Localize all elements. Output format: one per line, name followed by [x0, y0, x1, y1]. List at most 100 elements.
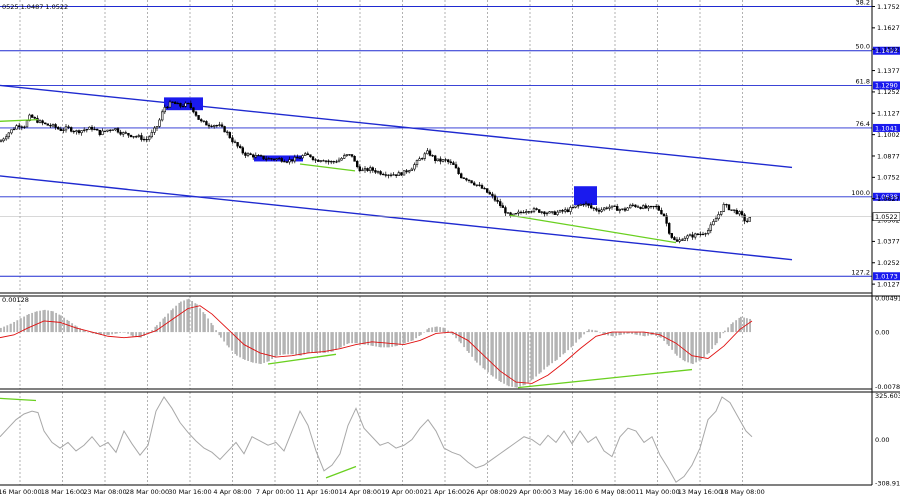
macd-bar	[290, 332, 293, 355]
panel-frames	[0, 0, 900, 486]
candle-body	[418, 158, 421, 161]
price-channel	[0, 84, 793, 261]
macd-bar	[732, 322, 734, 333]
macd-bar	[399, 332, 401, 345]
candle-body	[535, 208, 538, 210]
candle-body	[111, 129, 115, 131]
macd-bar	[186, 299, 189, 333]
macd-bar	[338, 332, 341, 349]
candle-body	[327, 160, 330, 163]
candle-body	[701, 233, 705, 236]
candle-body	[527, 211, 531, 213]
candle-body	[478, 184, 481, 186]
macd-bar	[228, 332, 230, 348]
candle-body	[179, 102, 182, 107]
candle-body	[582, 204, 585, 206]
macd-bar	[391, 332, 393, 347]
candle-body	[335, 161, 338, 163]
candle-body	[127, 132, 130, 136]
cci-panel[interactable]: 325.6039 0.00 -308.915	[0, 392, 900, 488]
trading-chart[interactable]: 38.250.01.149361.81.129076.41.1041100.01…	[0, 0, 900, 499]
macd-bar	[527, 332, 529, 383]
candle-body	[678, 239, 681, 242]
macd-bar	[708, 332, 710, 353]
macd-bar	[540, 332, 542, 373]
candle-body	[254, 155, 257, 158]
candle-body	[472, 182, 476, 186]
candle-body	[348, 154, 351, 156]
candle-body	[272, 158, 276, 160]
time-label: 11 May 00:00	[635, 488, 680, 496]
candle-body	[446, 159, 450, 163]
candle-body	[413, 164, 416, 170]
divergence-line	[517, 368, 693, 389]
macd-bar	[178, 302, 181, 333]
candle-body	[657, 205, 661, 211]
macd-bar	[455, 332, 457, 339]
cci-series	[0, 396, 753, 483]
macd-bar	[319, 332, 321, 353]
price-divergence-lines	[0, 118, 677, 244]
candle-body	[350, 154, 354, 157]
candle-body	[106, 129, 109, 132]
macd-axis: 0.004910.00-0.00786	[875, 294, 900, 391]
candle-body	[93, 128, 96, 131]
macd-bar	[31, 312, 33, 333]
macd-bar	[28, 314, 30, 333]
cci-line	[0, 396, 753, 483]
candle-body	[597, 209, 601, 212]
candle-body	[389, 174, 393, 176]
candle-body	[384, 174, 387, 176]
candle-body	[613, 205, 616, 207]
candle-body	[693, 233, 697, 238]
macd-bar	[372, 332, 374, 346]
macd-panel[interactable]: 0.004910.00-0.00786 0.00128	[0, 294, 900, 391]
macd-bar	[343, 332, 345, 346]
macd-bar	[308, 332, 310, 353]
candle-body	[49, 124, 52, 127]
macd-bar	[415, 332, 417, 339]
candle-body	[252, 154, 255, 158]
candle-body	[670, 233, 674, 238]
candle-body	[290, 159, 294, 162]
macd-bar	[711, 332, 713, 350]
candle-body	[257, 155, 260, 157]
candle-body	[673, 237, 676, 241]
macd-bar	[242, 332, 245, 360]
macd-bar	[495, 332, 497, 379]
candle-body	[239, 145, 242, 148]
price-panel[interactable]: 38.250.01.149361.81.129076.41.1041100.01…	[0, 0, 900, 293]
candle-body	[618, 209, 622, 211]
candle-body	[137, 135, 140, 137]
candle-body	[556, 211, 559, 215]
macd-axis-label: -0.00786	[875, 383, 900, 391]
macd-bar	[220, 332, 222, 338]
candle-body	[296, 156, 299, 159]
candle-body	[662, 213, 666, 217]
candle-body	[142, 138, 146, 141]
macd-bar	[356, 332, 358, 344]
macd-bar	[559, 332, 561, 358]
candle-body	[285, 161, 289, 163]
macd-bar	[122, 332, 125, 333]
time-label: 13 May 16:00	[678, 488, 723, 496]
macd-bar	[548, 332, 550, 366]
macd-bar	[514, 332, 517, 388]
macd-bar	[183, 300, 185, 333]
time-label: 7 Apr 00:00	[256, 488, 294, 496]
candle-body	[732, 209, 736, 211]
candle-body	[12, 128, 16, 131]
candle-body	[504, 207, 507, 214]
candle-body	[213, 125, 216, 127]
candle-body	[311, 156, 315, 160]
candle-body	[514, 213, 518, 215]
candle-body	[355, 160, 359, 168]
macd-bar	[63, 317, 65, 333]
candle-body	[605, 207, 609, 209]
candle-body	[158, 119, 161, 127]
candle-body	[122, 132, 125, 135]
candle-body	[699, 233, 702, 236]
candle-body	[558, 209, 562, 213]
candle-body	[309, 154, 312, 158]
macd-bar	[3, 326, 5, 333]
